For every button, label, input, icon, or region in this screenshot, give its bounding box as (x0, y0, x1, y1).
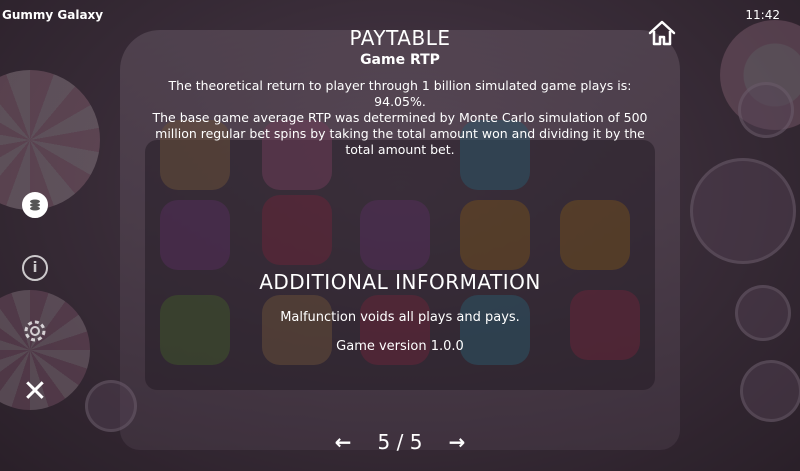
malfunction-text: Malfunction voids all plays and pays. (280, 310, 520, 325)
game-version-text: Game version 1.0.0 (336, 339, 464, 354)
pager: ← 5 / 5 → (330, 430, 470, 454)
close-icon: ✕ (22, 374, 48, 409)
info-icon: i (22, 255, 48, 281)
page-indicator: 5 / 5 (377, 430, 423, 454)
settings-button[interactable] (20, 316, 50, 346)
rtp-text: The theoretical return to player through… (168, 78, 632, 109)
paytable-tab-button[interactable] (20, 190, 50, 220)
home-icon (648, 20, 676, 46)
gear-icon (24, 320, 46, 342)
paytable-title: PAYTABLE (349, 26, 451, 50)
rtp-section-title: Game RTP (360, 52, 440, 68)
coins-icon (22, 192, 48, 218)
app-title: Gummy Galaxy (2, 8, 104, 22)
home-button[interactable] (646, 18, 678, 48)
prev-arrow-icon[interactable]: ← (330, 430, 356, 454)
paytable-section: PAYTABLE Game RTP The theoretical return… (150, 26, 650, 158)
info-button[interactable]: i (20, 253, 50, 283)
clock: 11:42 (745, 8, 780, 22)
close-button[interactable]: ✕ (20, 377, 50, 407)
rtp-method-text: The base game average RTP was determined… (152, 110, 648, 157)
additional-info-section: ADDITIONAL INFORMATION Malfunction voids… (150, 270, 650, 354)
additional-info-title: ADDITIONAL INFORMATION (259, 270, 541, 294)
next-arrow-icon[interactable]: → (444, 430, 470, 454)
